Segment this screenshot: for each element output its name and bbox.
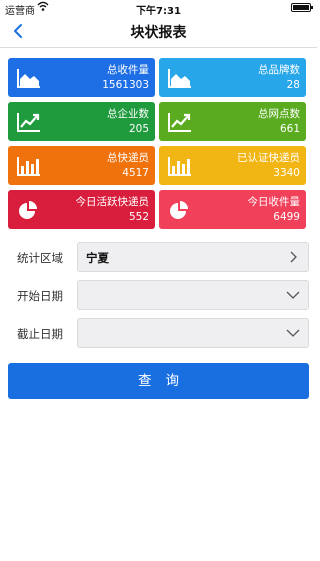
bar-chart-icon — [167, 155, 193, 177]
navigation-bar: 块状报表 — [0, 16, 317, 48]
region-row: 统计区域 宁夏 — [0, 242, 317, 273]
tile-label: 今日收件量 — [247, 196, 301, 208]
battery-icon — [291, 3, 313, 12]
tile-label: 总网点数 — [258, 108, 300, 120]
tile-total-brands[interactable]: 总品牌数 28 — [159, 58, 306, 97]
tile-active-couriers-today[interactable]: 今日活跃快递员 552 — [8, 190, 155, 229]
chevron-down-icon — [286, 329, 300, 337]
tile-value: 4517 — [122, 167, 149, 179]
tile-label: 今日活跃快递员 — [75, 196, 150, 208]
tile-total-outlets[interactable]: 总网点数 661 — [159, 102, 306, 141]
tile-label: 总快递员 — [107, 152, 149, 164]
bar-chart-icon — [16, 155, 42, 177]
page-title: 块状报表 — [130, 25, 187, 41]
end-date-picker[interactable] — [77, 318, 309, 348]
tile-value: 205 — [128, 123, 149, 135]
tile-received-today[interactable]: 今日收件量 6499 — [159, 190, 306, 229]
pie-chart-icon — [16, 199, 42, 221]
tile-verified-couriers[interactable]: 已认证快递员 3340 — [159, 146, 306, 185]
status-bar: 运营商 下午7:31 — [0, 0, 317, 17]
area-chart-icon — [167, 67, 193, 89]
tile-value: 6499 — [273, 211, 300, 223]
tile-total-received[interactable]: 总收件量 1561303 — [8, 58, 155, 97]
end-date-label: 截止日期 — [17, 327, 63, 341]
tile-value: 661 — [279, 123, 300, 135]
tile-total-companies[interactable]: 总企业数 205 — [8, 102, 155, 141]
start-date-row: 开始日期 — [0, 280, 317, 311]
start-date-label: 开始日期 — [17, 289, 63, 303]
chevron-down-icon — [286, 291, 300, 299]
tile-label: 总品牌数 — [258, 64, 300, 76]
tile-label: 总收件量 — [107, 64, 149, 76]
tile-total-couriers[interactable]: 总快递员 4517 — [8, 146, 155, 185]
region-label: 统计区域 — [17, 251, 63, 265]
tile-value: 1561303 — [102, 79, 149, 91]
region-value: 宁夏 — [86, 251, 109, 265]
tile-value: 3340 — [273, 167, 300, 179]
chevron-right-icon — [290, 251, 297, 263]
clock-time: 下午7:31 — [136, 6, 181, 17]
tile-label: 总企业数 — [107, 108, 149, 120]
line-chart-icon — [167, 111, 193, 133]
tile-value: 552 — [128, 211, 149, 223]
region-select[interactable]: 宁夏 — [77, 242, 309, 272]
start-date-picker[interactable] — [77, 280, 309, 310]
tile-value: 28 — [286, 79, 300, 91]
line-chart-icon — [16, 111, 42, 133]
end-date-row: 截止日期 — [0, 318, 317, 349]
query-button[interactable]: 查询 — [8, 363, 309, 399]
pie-chart-icon — [167, 199, 193, 221]
tile-label: 已认证快递员 — [237, 152, 300, 164]
area-chart-icon — [16, 67, 42, 89]
